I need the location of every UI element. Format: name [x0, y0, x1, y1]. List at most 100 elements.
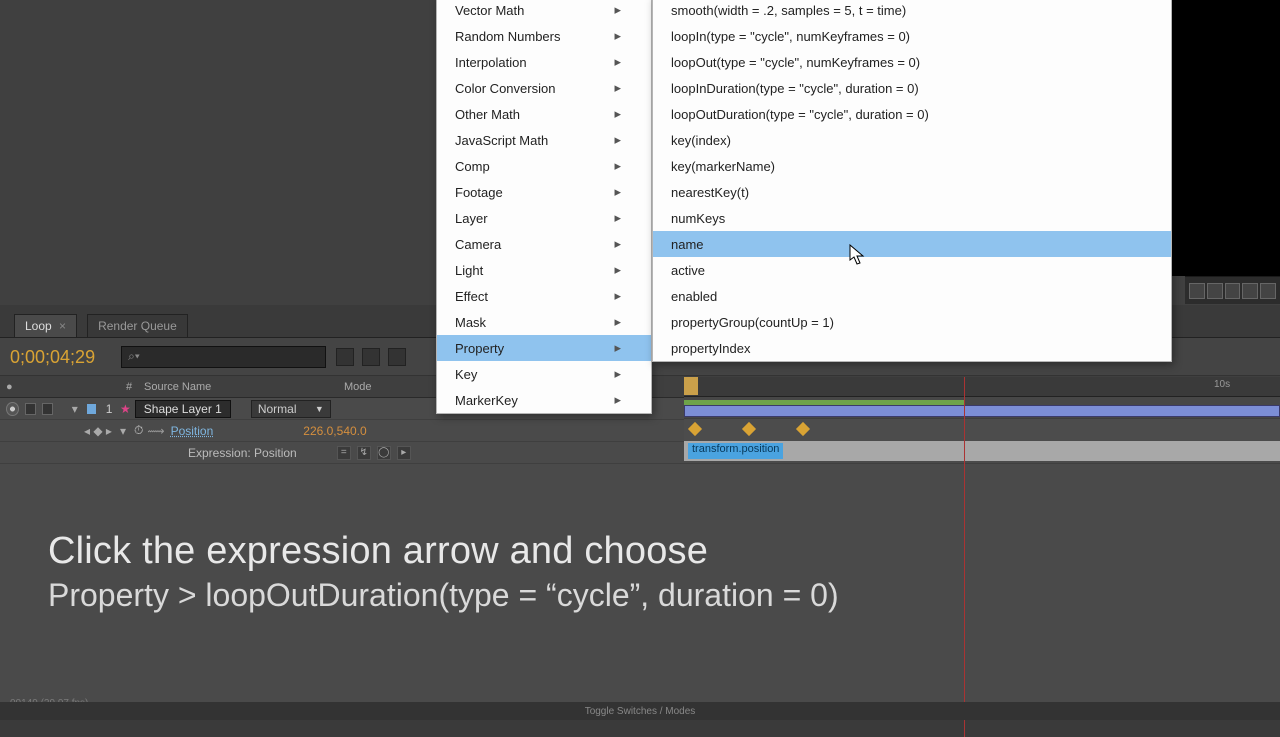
- search-input[interactable]: [140, 350, 319, 364]
- keyframe-icon[interactable]: [796, 422, 810, 436]
- expression-pickwhip-icon[interactable]: ⟿: [147, 424, 164, 438]
- expression-pickwhip-icon[interactable]: ◯: [377, 446, 391, 460]
- keyframe-icon[interactable]: [688, 422, 702, 436]
- menu-item-label: active: [671, 263, 705, 278]
- menu-item[interactable]: Camera▸: [437, 231, 651, 257]
- timeline-track-area[interactable]: 10s transform.position: [684, 377, 1280, 441]
- chevron-right-icon: ▸: [614, 106, 621, 122]
- twirl-icon[interactable]: ▾: [120, 424, 130, 438]
- menu-item[interactable]: Random Numbers ▸: [437, 23, 651, 49]
- keyframe-lane[interactable]: [684, 419, 1280, 441]
- expression-language-menu-icon[interactable]: ▸: [397, 446, 411, 460]
- header-icon[interactable]: [336, 348, 354, 366]
- twirl-icon[interactable]: ▾: [72, 402, 81, 416]
- menu-item[interactable]: Interpolation ▸: [437, 49, 651, 75]
- menu-item[interactable]: JavaScript Math▸: [437, 127, 651, 153]
- menu-item[interactable]: Effect▸: [437, 283, 651, 309]
- eye-column-icon: ●: [6, 381, 20, 393]
- menu-item-label: Interpolation: [455, 55, 527, 70]
- menu-item[interactable]: Key▸: [437, 361, 651, 387]
- menu-item[interactable]: active: [653, 257, 1171, 283]
- menu-item[interactable]: nearestKey(t): [653, 179, 1171, 205]
- blend-mode-dropdown[interactable]: Normal ▼: [251, 400, 331, 418]
- menu-item[interactable]: Property▸: [437, 335, 651, 361]
- menu-item-label: Random Numbers: [455, 29, 561, 44]
- chevron-right-icon: ▸: [614, 54, 621, 70]
- menu-item[interactable]: Vector Math▸: [437, 0, 651, 23]
- label-color-swatch[interactable]: [87, 404, 96, 414]
- menu-item[interactable]: loopOutDuration(type = "cycle", duration…: [653, 101, 1171, 127]
- layer-duration-bar[interactable]: [684, 405, 1280, 417]
- mode-value: Normal: [258, 402, 297, 416]
- current-time-indicator[interactable]: [964, 377, 965, 737]
- menu-item[interactable]: Color Conversion▸: [437, 75, 651, 101]
- lock-column-icon: [66, 381, 80, 393]
- menu-item[interactable]: Footage▸: [437, 179, 651, 205]
- chevron-down-icon: ▼: [315, 404, 324, 414]
- layer-bar-lane[interactable]: [684, 397, 1280, 419]
- visibility-toggle-icon[interactable]: [6, 402, 19, 416]
- menu-item[interactable]: key(index): [653, 127, 1171, 153]
- expression-text-selection: transform.position: [688, 443, 783, 459]
- preview-toolbar: [1185, 276, 1280, 304]
- menu-item-label: smooth(width = .2, samples = 5, t = time…: [671, 3, 906, 18]
- menu-item-label: Camera: [455, 237, 501, 252]
- solo-toggle[interactable]: [25, 403, 36, 415]
- close-icon[interactable]: ×: [59, 319, 66, 333]
- playhead-indicator[interactable]: [684, 377, 698, 395]
- chevron-right-icon: ▸: [614, 340, 621, 356]
- menu-item[interactable]: propertyGroup(countUp = 1): [653, 309, 1171, 335]
- header-icon[interactable]: [362, 348, 380, 366]
- menu-item-label: loopOutDuration(type = "cycle", duration…: [671, 107, 929, 122]
- menu-item[interactable]: MarkerKey▸: [437, 387, 651, 413]
- chevron-right-icon: ▸: [614, 184, 621, 200]
- menu-item[interactable]: loopIn(type = "cycle", numKeyframes = 0): [653, 23, 1171, 49]
- menu-item[interactable]: Light▸: [437, 257, 651, 283]
- keyframe-navigator[interactable]: ◂ ◆ ▸: [84, 424, 120, 438]
- menu-item[interactable]: Layer▸: [437, 205, 651, 231]
- chevron-right-icon: ▸: [614, 28, 621, 44]
- tab-label: Loop: [25, 319, 52, 333]
- toolbar-icon[interactable]: [1207, 283, 1223, 299]
- keyframe-icon[interactable]: [742, 422, 756, 436]
- menu-item[interactable]: numKeys: [653, 205, 1171, 231]
- expression-category-menu[interactable]: Vector Math▸Random Numbers▸Interpolation…: [436, 0, 652, 414]
- menu-item[interactable]: Comp▸: [437, 153, 651, 179]
- menu-item[interactable]: Mask▸: [437, 309, 651, 335]
- toolbar-icon[interactable]: [1260, 283, 1276, 299]
- menu-item[interactable]: loopOut(type = "cycle", numKeyframes = 0…: [653, 49, 1171, 75]
- tab-loop[interactable]: Loop ×: [14, 314, 77, 337]
- current-timecode[interactable]: 0;00;04;29: [10, 348, 95, 366]
- callout-line-1: Click the expression arrow and choose: [48, 530, 839, 573]
- time-ruler[interactable]: 10s: [684, 377, 1280, 397]
- menu-item[interactable]: Other Math▸: [437, 101, 651, 127]
- solo-column-icon: [46, 381, 60, 393]
- property-value[interactable]: 226.0,540.0: [303, 424, 366, 438]
- property-name[interactable]: Position: [171, 424, 214, 438]
- expression-graph-icon[interactable]: ↯: [357, 446, 371, 460]
- expression-enable-icon[interactable]: =: [337, 446, 351, 460]
- timeline-search[interactable]: ⌕▾: [121, 346, 326, 368]
- menu-item[interactable]: key(markerName): [653, 153, 1171, 179]
- header-icon[interactable]: [388, 348, 406, 366]
- toolbar-icon[interactable]: [1225, 283, 1241, 299]
- menu-item-label: Key: [455, 367, 477, 382]
- tab-render-queue[interactable]: Render Queue: [87, 314, 188, 337]
- menu-item[interactable]: propertyIndex: [653, 335, 1171, 361]
- expression-text-field[interactable]: transform.position: [684, 441, 1280, 461]
- layer-name[interactable]: Shape Layer 1: [135, 400, 231, 418]
- source-name-column[interactable]: Source Name: [138, 381, 338, 393]
- stopwatch-icon[interactable]: ⏱: [134, 423, 143, 438]
- toolbar-icon[interactable]: [1189, 283, 1205, 299]
- toggle-switches-button[interactable]: Toggle Switches / Modes: [0, 702, 1280, 720]
- shape-icon: ★: [120, 402, 131, 416]
- menu-item[interactable]: enabled: [653, 283, 1171, 309]
- toolbar-icon[interactable]: [1242, 283, 1258, 299]
- chevron-right-icon: ▸: [614, 132, 621, 148]
- menu-item[interactable]: name: [653, 231, 1171, 257]
- expression-property-submenu[interactable]: smooth(width = .2, samples = 5, t = time…: [652, 0, 1172, 362]
- lock-toggle[interactable]: [42, 403, 53, 415]
- chevron-right-icon: ▸: [614, 392, 621, 408]
- menu-item[interactable]: smooth(width = .2, samples = 5, t = time…: [653, 0, 1171, 23]
- menu-item[interactable]: loopInDuration(type = "cycle", duration …: [653, 75, 1171, 101]
